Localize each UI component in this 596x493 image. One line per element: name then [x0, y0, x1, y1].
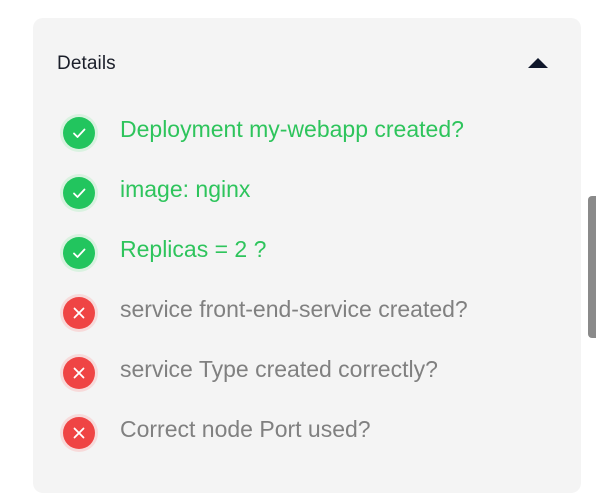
- check-label: service front-end-service created?: [120, 296, 468, 322]
- check-circle-icon: [60, 234, 98, 272]
- caret-up-icon: [528, 58, 548, 68]
- details-header[interactable]: Details: [33, 18, 581, 108]
- check-item: service Type created correctly?: [33, 340, 581, 400]
- check-item: image: nginx: [33, 160, 581, 220]
- check-label: image: nginx: [120, 176, 251, 202]
- x-circle-icon: [60, 414, 98, 452]
- details-title: Details: [57, 53, 116, 74]
- check-item: Deployment my-webapp created?: [33, 100, 581, 160]
- x-circle-icon: [60, 294, 98, 332]
- check-label: Deployment my-webapp created?: [120, 116, 464, 142]
- check-label: service Type created correctly?: [120, 356, 438, 382]
- collapse-toggle[interactable]: [520, 52, 556, 76]
- check-circle-icon: [60, 174, 98, 212]
- check-circle-icon: [60, 114, 98, 152]
- check-item: service front-end-service created?: [33, 280, 581, 340]
- check-label: Replicas = 2 ?: [120, 236, 267, 262]
- check-item: Replicas = 2 ?: [33, 220, 581, 280]
- x-circle-icon: [60, 354, 98, 392]
- check-item: Correct node Port used?: [33, 400, 581, 460]
- scrollbar-thumb[interactable]: [588, 196, 596, 338]
- details-panel: Details Deployment my-webapp created? im…: [33, 18, 581, 493]
- check-label: Correct node Port used?: [120, 416, 371, 442]
